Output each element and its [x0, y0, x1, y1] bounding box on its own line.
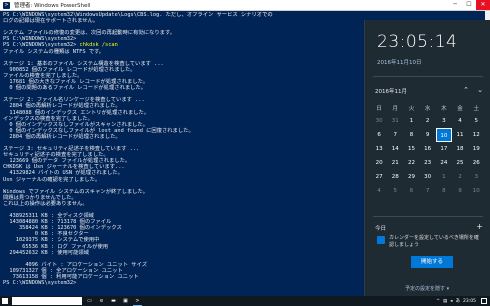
- calendar-day[interactable]: 25: [452, 156, 468, 170]
- calendar-day[interactable]: 30: [420, 170, 436, 184]
- store-icon[interactable]: ▣: [121, 297, 130, 305]
- calendar-day[interactable]: 9: [420, 128, 436, 142]
- windows-logo-icon: [2, 298, 8, 304]
- search-box[interactable]: [12, 297, 82, 305]
- calendar-day[interactable]: 8: [403, 128, 419, 142]
- calendar-icon: [377, 236, 385, 244]
- calendar-day[interactable]: 11: [452, 128, 468, 142]
- weekday-label: 水: [424, 106, 431, 112]
- volume-icon[interactable]: ◂: [450, 299, 452, 304]
- add-event-icon[interactable]: +: [476, 222, 483, 231]
- clock-time: 23:05:14: [377, 32, 458, 52]
- taskbar-clock[interactable]: 23:05: [463, 299, 476, 304]
- month-label[interactable]: 2016年11月: [375, 87, 407, 95]
- calendar-day[interactable]: 4: [452, 114, 468, 128]
- calendar-day[interactable]: 2: [420, 114, 436, 128]
- calendar-day[interactable]: 5: [387, 184, 403, 198]
- console-output[interactable]: PS C:\WINDOWS\system32\WindowsUpdate\Log…: [3, 12, 359, 294]
- calendar-day[interactable]: 3: [436, 114, 452, 128]
- calendar-day[interactable]: 14: [387, 142, 403, 156]
- calendar-day[interactable]: 28: [387, 170, 403, 184]
- calendar-day[interactable]: 21: [387, 156, 403, 170]
- hide-agenda-link[interactable]: 予定の設定を隠す ▾: [405, 285, 449, 292]
- agenda-message: カレンダーを設定しているべき場所を確認しましょう: [389, 235, 479, 248]
- calendar-day[interactable]: 26: [468, 156, 484, 170]
- task-view-icon[interactable]: ▭: [85, 297, 94, 305]
- weekday-label: 土: [473, 106, 479, 112]
- calendar-day[interactable]: 10: [468, 184, 484, 198]
- weekday-label: 火: [408, 106, 415, 112]
- calendar-day[interactable]: 20: [371, 156, 387, 170]
- powershell-icon: >: [3, 1, 10, 9]
- calendar-week-row: 13 14 15 16 17 18 19: [371, 142, 485, 156]
- calendar-day[interactable]: 6: [371, 128, 387, 142]
- divider: [373, 76, 483, 77]
- ime-indicator[interactable]: あ: [456, 298, 461, 304]
- maximize-button[interactable]: ☐: [462, 0, 476, 10]
- window-title: 管理者: Windows PowerShell: [14, 3, 91, 9]
- powershell-taskbar-icon[interactable]: >: [133, 297, 142, 306]
- calendar-day[interactable]: 19: [468, 142, 484, 156]
- calendar-day[interactable]: 2: [452, 170, 468, 184]
- calendar-day[interactable]: 1: [436, 170, 452, 184]
- calendar-day[interactable]: 4: [371, 184, 387, 198]
- chevron-up-icon[interactable]: ⌃: [463, 86, 469, 94]
- calendar-day[interactable]: 23: [420, 156, 436, 170]
- network-icon[interactable]: ▤: [443, 299, 447, 304]
- calendar-grid: 日月火水木金土 30 31 1 2 3 4 5 6 7 8 9 10 11 12 13 14 15 16 17 18 1…: [371, 104, 485, 198]
- edge-icon[interactable]: e: [97, 297, 106, 305]
- chevron-down-icon[interactable]: ⌄: [477, 86, 483, 94]
- weekday-header: 日月火水木金土: [371, 104, 485, 114]
- calendar-day[interactable]: 29: [403, 170, 419, 184]
- agenda-today-label: 今日: [375, 226, 387, 232]
- calendar-week-row: 6 7 8 9 10 11 12: [371, 128, 485, 142]
- weekday-label: 日: [376, 106, 382, 112]
- calendar-day[interactable]: 30: [371, 114, 387, 128]
- calendar-week-row: 20 21 22 23 24 25 26: [371, 156, 485, 170]
- calendar-day[interactable]: 7: [387, 128, 403, 142]
- calendar-day[interactable]: 27: [371, 170, 387, 184]
- calendar-day[interactable]: 22: [403, 156, 419, 170]
- calendar-day[interactable]: 16: [420, 142, 436, 156]
- calendar-week-row: 4 5 6 7 8 9 10: [371, 184, 485, 198]
- calendar-day[interactable]: 3: [468, 170, 484, 184]
- console-line: PS C:\WINDOWS\system32>: [3, 280, 77, 287]
- calendar-day[interactable]: 6: [403, 184, 419, 198]
- clock-calendar-flyout: 23:05:14 2016年11月10日 2016年11月 ⌃ ⌄ 日 月 火 水 木 金…: [364, 20, 490, 296]
- calendar-day[interactable]: 8: [436, 184, 452, 198]
- calendar-day[interactable]: 24: [436, 156, 452, 170]
- weekday-label: 木: [441, 106, 447, 112]
- calendar-day[interactable]: 5: [468, 114, 484, 128]
- close-button[interactable]: ✕: [476, 0, 490, 10]
- weekday-label: 金: [457, 106, 463, 112]
- calendar-day[interactable]: 17: [436, 142, 452, 156]
- system-tray: ^ ▤ ◂ あ 23:05: [436, 296, 476, 306]
- calendar-day[interactable]: 15: [403, 142, 419, 156]
- calendar-week-row: 27 28 29 30 1 2 3: [371, 170, 485, 184]
- calendar-day[interactable]: 7: [420, 184, 436, 198]
- window-controls: ─ ☐ ✕: [448, 0, 490, 10]
- calendar-week-row: 30 31 1 2 3 4 5: [371, 114, 485, 128]
- calendar-day[interactable]: 10: [435, 128, 452, 142]
- calendar-day[interactable]: 18: [452, 142, 468, 156]
- start-button[interactable]: [0, 296, 10, 306]
- minimize-button[interactable]: ─: [448, 0, 462, 10]
- file-explorer-icon[interactable]: ▬: [109, 297, 118, 305]
- get-started-button[interactable]: 開始する: [411, 256, 453, 268]
- calendar-day[interactable]: 31: [387, 114, 403, 128]
- divider: [373, 216, 483, 217]
- calendar-day[interactable]: 12: [468, 128, 484, 142]
- calendar-day[interactable]: 13: [371, 142, 387, 156]
- action-center-icon[interactable]: [481, 298, 487, 304]
- month-header: 2016年11月 ⌃ ⌄: [375, 86, 483, 97]
- weekday-label: 月: [392, 106, 399, 112]
- calendar-day[interactable]: 9: [452, 184, 468, 198]
- taskbar: ▭ e ▬ ▣ > ^ ▤ ◂ あ 23:05: [0, 296, 490, 306]
- clock-date-link[interactable]: 2016年11月10日: [377, 58, 422, 66]
- title-bar[interactable]: > 管理者: Windows PowerShell ─ ☐ ✕: [0, 0, 490, 11]
- calendar-day[interactable]: 1: [403, 114, 419, 128]
- tray-up-arrow-icon[interactable]: ^: [436, 299, 440, 304]
